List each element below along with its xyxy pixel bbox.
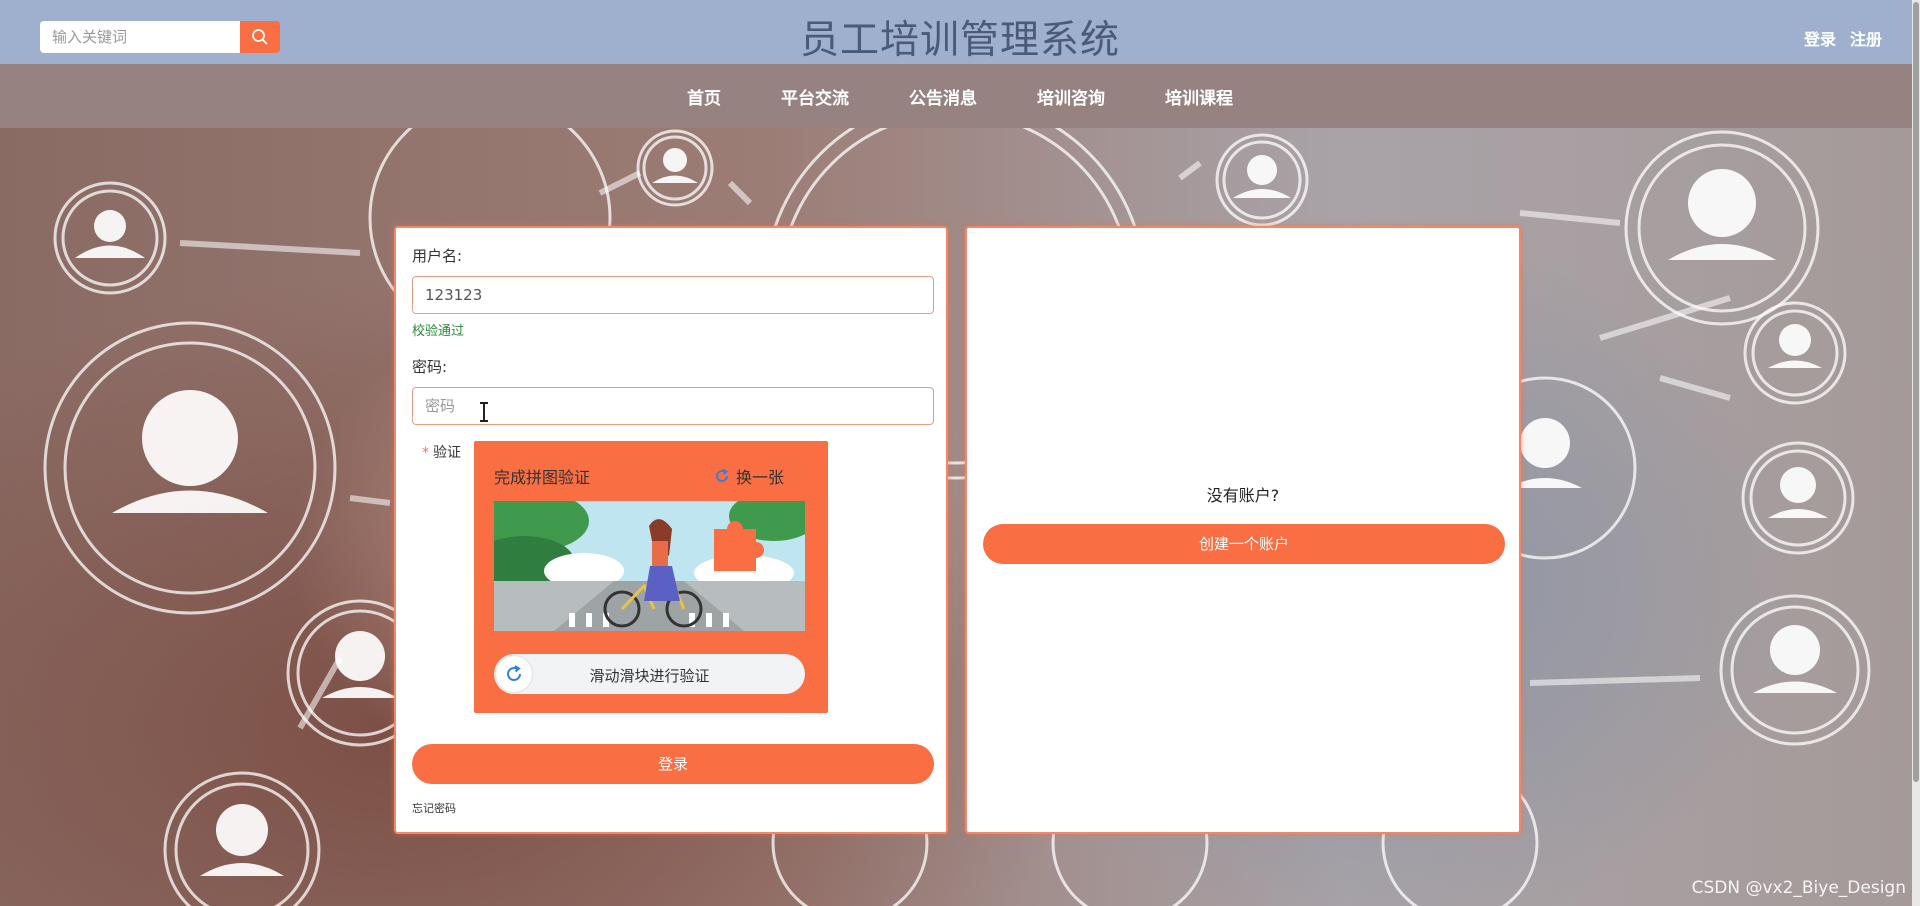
captcha-label-text: 验证 bbox=[433, 445, 461, 461]
captcha-puzzle-image bbox=[494, 501, 805, 631]
slider-hint: 滑动滑块进行验证 bbox=[589, 667, 710, 685]
captcha-slider[interactable]: 滑动滑块进行验证 bbox=[494, 654, 805, 694]
nav-item-courses[interactable]: 培训课程 bbox=[1135, 84, 1263, 109]
puzzle-captcha: 完成拼图验证 换一张 滑动滑块进行验证 bbox=[474, 441, 828, 713]
register-panel: 没有账户? 创建一个账户 bbox=[965, 226, 1521, 834]
captcha-title: 完成拼图验证 bbox=[494, 468, 591, 487]
girl-with-bicycle-illustration bbox=[494, 501, 805, 631]
auth-links: 登录 注册 bbox=[1804, 26, 1882, 50]
top-header: 员工培训管理系统 登录 注册 bbox=[0, 0, 1920, 64]
background-image bbox=[0, 128, 1920, 906]
network-decoration bbox=[43, 128, 1871, 906]
text-cursor-icon bbox=[480, 402, 488, 422]
nav-item-announcements[interactable]: 公告消息 bbox=[879, 84, 1007, 109]
scrollbar-thumb[interactable] bbox=[1913, 2, 1919, 782]
login-button[interactable]: 登录 bbox=[412, 744, 934, 784]
scrollbar-track[interactable] bbox=[1912, 0, 1920, 906]
captcha-refresh-button[interactable]: 换一张 bbox=[714, 464, 784, 488]
captcha-label: * 验证 bbox=[422, 442, 461, 462]
main-nav: 首页 平台交流 公告消息 培训咨询 培训课程 bbox=[0, 64, 1920, 128]
required-mark: * bbox=[422, 445, 429, 461]
no-account-prompt: 没有账户? bbox=[1206, 486, 1280, 505]
nav-item-home[interactable]: 首页 bbox=[657, 84, 751, 109]
register-link[interactable]: 注册 bbox=[1850, 26, 1882, 50]
captcha-refresh-label: 换一张 bbox=[735, 468, 784, 487]
username-input[interactable] bbox=[412, 276, 934, 314]
site-title: 员工培训管理系统 bbox=[799, 18, 1120, 63]
nav-item-consulting[interactable]: 培训咨询 bbox=[1007, 84, 1135, 109]
refresh-icon bbox=[716, 468, 729, 482]
login-link[interactable]: 登录 bbox=[1804, 26, 1836, 50]
nav-item-forum[interactable]: 平台交流 bbox=[751, 84, 879, 109]
username-label: 用户名: bbox=[412, 247, 463, 265]
username-validation-status: 校验通过 bbox=[412, 324, 465, 339]
forgot-password-link[interactable]: 忘记密码 bbox=[412, 800, 456, 816]
create-account-button[interactable]: 创建一个账户 bbox=[983, 524, 1505, 564]
watermark: CSDN @vx2_Biye_Design bbox=[1691, 878, 1906, 898]
password-label: 密码: bbox=[412, 358, 448, 376]
password-input[interactable] bbox=[412, 387, 934, 425]
login-panel: 用户名: 校验通过 密码: *验证 完成拼图验证 换一张 bbox=[394, 226, 948, 834]
